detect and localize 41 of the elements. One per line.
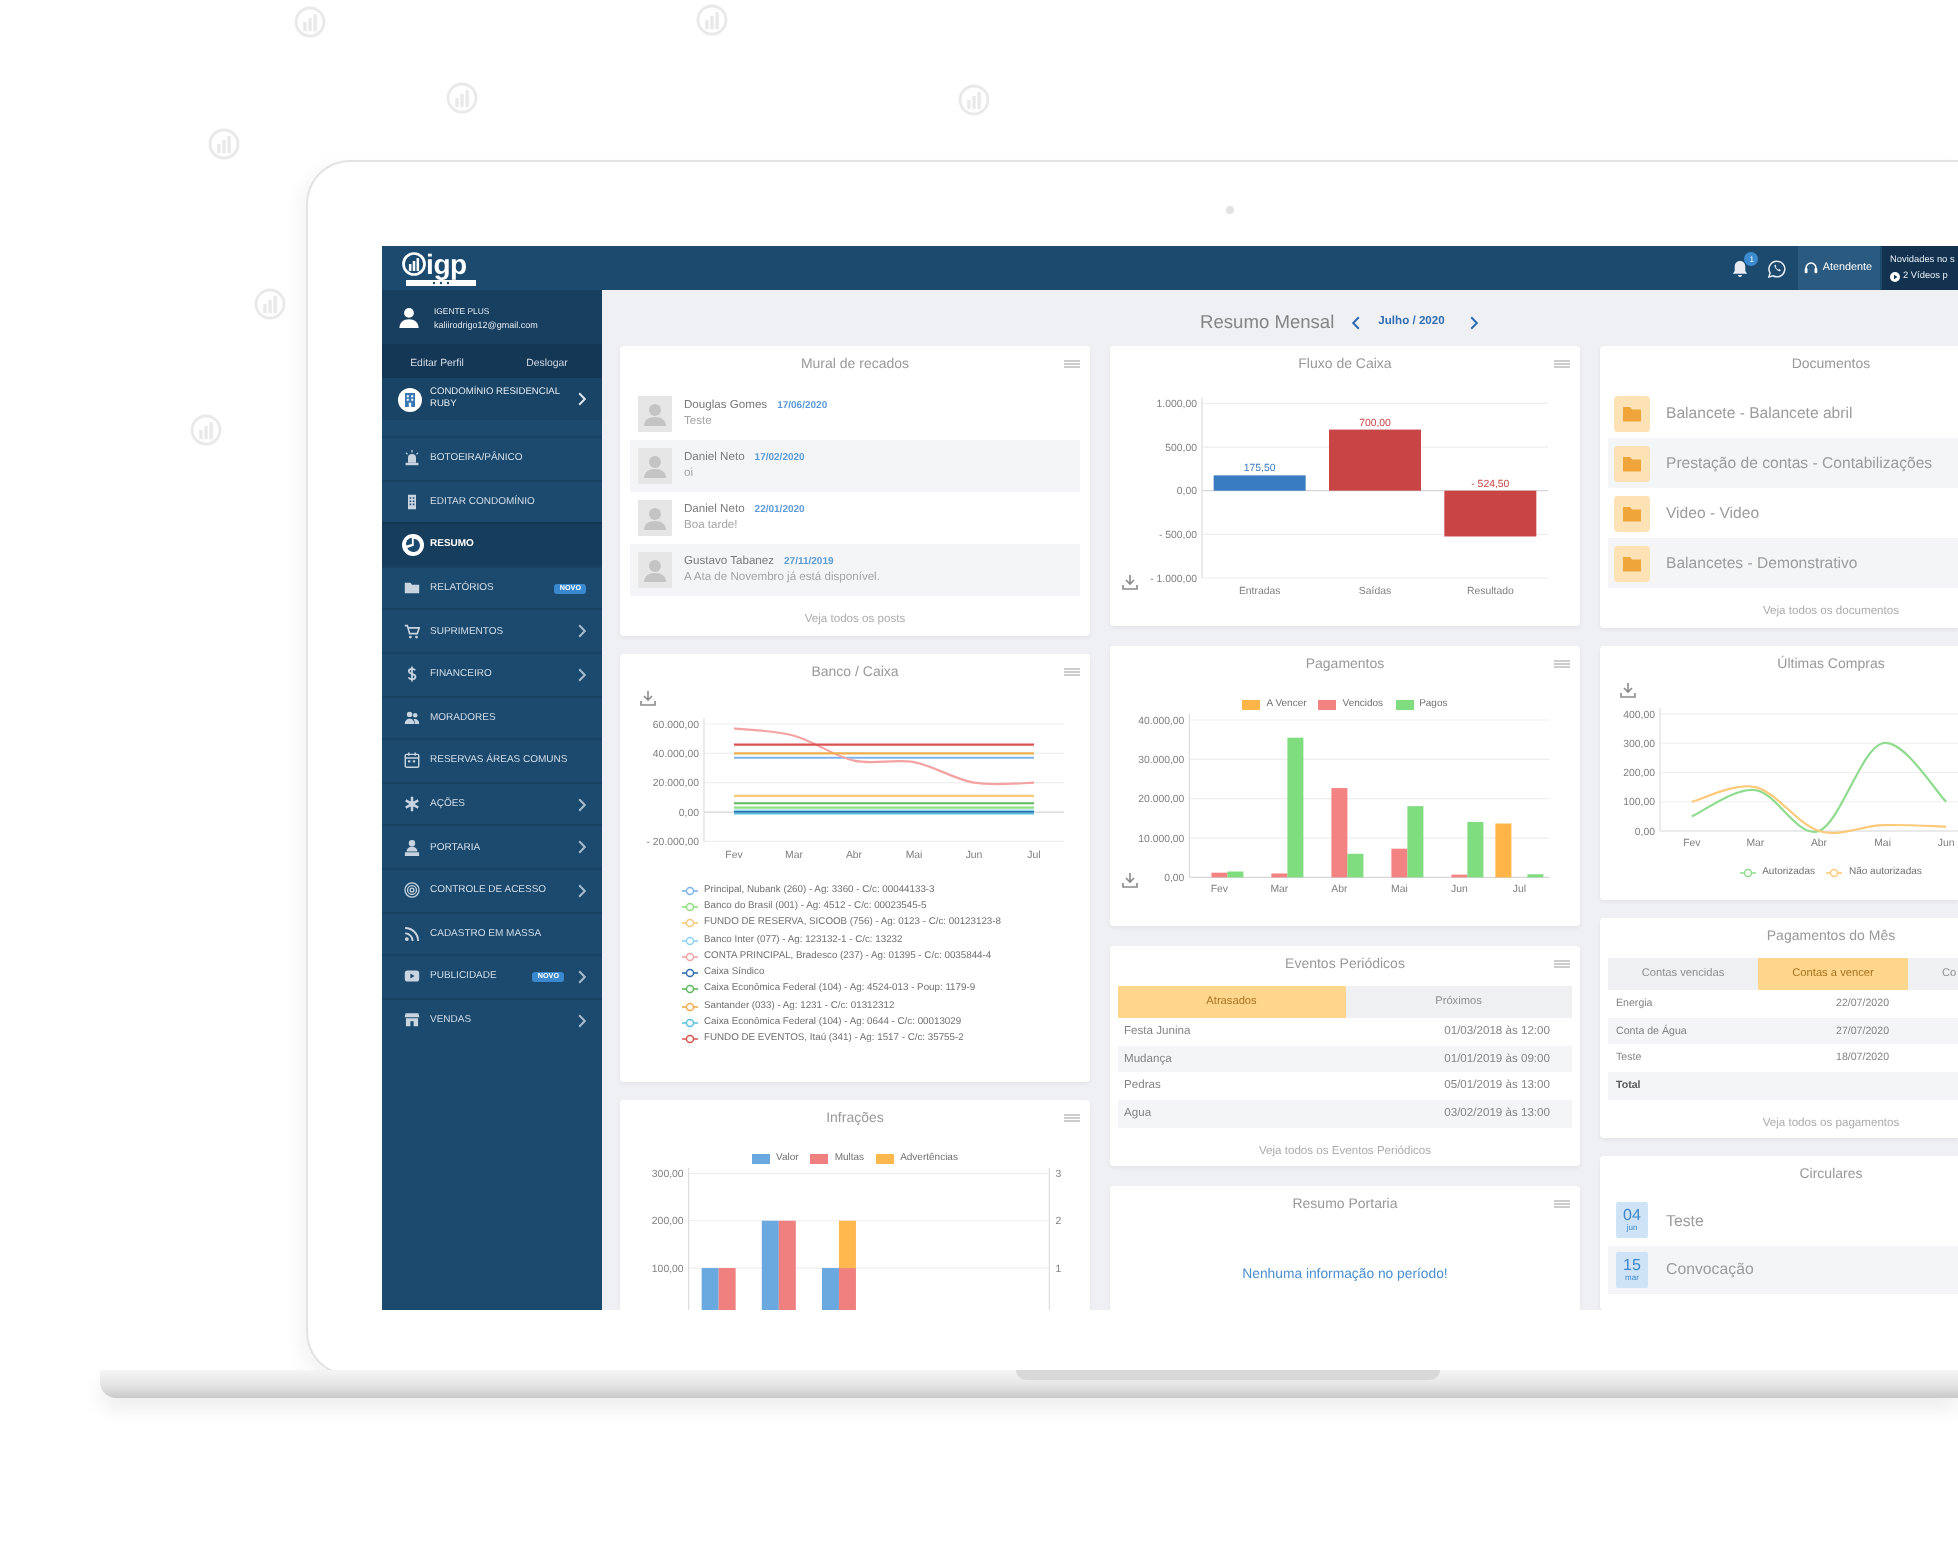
headset-icon xyxy=(1804,262,1819,274)
page-title: Resumo Mensal xyxy=(1200,312,1335,332)
download-icon[interactable] xyxy=(1122,872,1138,888)
download-icon[interactable] xyxy=(1122,574,1138,590)
person-desk-icon xyxy=(404,839,420,856)
logo-text: igp xyxy=(426,251,467,277)
building-icon xyxy=(404,493,420,510)
asterisk-icon xyxy=(404,796,420,813)
avatar-icon xyxy=(638,552,672,588)
download-icon[interactable] xyxy=(640,690,656,706)
people-icon xyxy=(404,709,420,726)
folder-icon xyxy=(1614,495,1650,531)
download-icon[interactable] xyxy=(1620,682,1636,698)
calendar-icon xyxy=(404,752,420,769)
play-icon xyxy=(404,968,420,985)
avatar-icon xyxy=(638,500,672,536)
dollar-icon xyxy=(404,666,420,683)
folder-icon xyxy=(1614,545,1650,581)
date-day: 15 xyxy=(1623,1257,1641,1273)
avatar-icon xyxy=(638,396,672,432)
chevron-left-icon[interactable] xyxy=(1352,315,1361,329)
bell-icon[interactable] xyxy=(1732,259,1749,277)
pie-chart-icon xyxy=(401,533,423,556)
chevron-right-icon[interactable] xyxy=(1470,315,1479,329)
phone-bubble-icon[interactable] xyxy=(1768,259,1787,277)
play-icon xyxy=(1890,271,1900,281)
logo-strip-icon xyxy=(406,279,476,285)
avatar-icon xyxy=(638,448,672,484)
rss-icon xyxy=(404,925,420,942)
building-disc-icon xyxy=(398,387,422,411)
folder-icon xyxy=(1614,445,1650,481)
user-icon xyxy=(398,307,420,327)
folder-icon xyxy=(404,580,420,597)
cart-icon xyxy=(404,623,420,640)
chevron-right-icon xyxy=(578,392,586,406)
folder-icon xyxy=(1614,395,1650,431)
date-day: 04 xyxy=(1623,1208,1641,1224)
rings-icon xyxy=(404,882,420,899)
store-icon xyxy=(404,1012,420,1029)
siren-icon xyxy=(404,450,420,467)
logo-icon xyxy=(402,252,426,276)
